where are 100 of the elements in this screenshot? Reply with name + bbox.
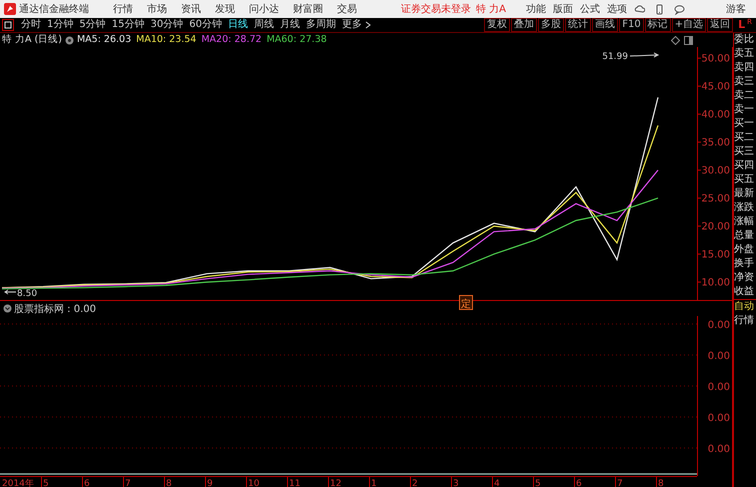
axis-label: 8 bbox=[166, 479, 172, 487]
menu-item[interactable]: 财富圈 bbox=[293, 2, 323, 16]
axis-label: 6 bbox=[84, 479, 90, 487]
axis-label: 45.00 bbox=[701, 82, 730, 93]
diamond-icon[interactable] bbox=[671, 36, 680, 44]
quote-field-label: 买五 bbox=[734, 173, 755, 187]
toolbar-button[interactable]: +自选 bbox=[672, 18, 706, 32]
axis-label: 40.00 bbox=[701, 110, 730, 121]
menu-item[interactable]: 版面 bbox=[553, 2, 574, 16]
axis-label: 0.00 bbox=[708, 444, 730, 455]
menu-item[interactable]: 交易 bbox=[337, 2, 357, 16]
price-label: 8.50 bbox=[17, 289, 38, 299]
quote-field-label: 收益 bbox=[734, 285, 755, 299]
period-tab[interactable]: 30分钟 bbox=[147, 18, 186, 32]
period-tab[interactable]: 分时 bbox=[18, 18, 44, 32]
axis-label: 2 bbox=[412, 479, 418, 487]
leader-line bbox=[4, 290, 16, 294]
menu-item[interactable]: 选项 bbox=[607, 2, 628, 16]
event-marker[interactable]: 定 bbox=[459, 295, 473, 310]
indicator-value: : 28.72 bbox=[228, 32, 262, 47]
toolbar-button[interactable]: F10 bbox=[619, 18, 644, 32]
gear-icon[interactable] bbox=[64, 36, 74, 44]
indicator-value: : 27.38 bbox=[293, 32, 327, 47]
axis-label: 15.00 bbox=[701, 250, 730, 261]
axis-label: 25.00 bbox=[701, 194, 730, 205]
toolbar-button[interactable]: 标记 bbox=[644, 18, 671, 32]
menu-item[interactable]: 资讯 bbox=[181, 2, 201, 16]
axis-label: 10.00 bbox=[701, 278, 730, 289]
period-tab[interactable]: 更多 bbox=[338, 18, 365, 32]
cloud-icon[interactable] bbox=[634, 4, 646, 14]
toolbar-button[interactable]: 统计 bbox=[565, 18, 592, 32]
indicator-value: : 23.54 bbox=[162, 32, 196, 47]
axis-label: 50.00 bbox=[701, 54, 730, 65]
period-tab[interactable]: 多周期 bbox=[302, 18, 339, 32]
chevron-right-icon[interactable] bbox=[364, 21, 371, 29]
window-icon[interactable] bbox=[684, 36, 693, 44]
quote-field-label: 卖五 bbox=[734, 47, 755, 61]
series-name: MA5 bbox=[76, 32, 98, 47]
quote-field-label: 卖二 bbox=[734, 89, 755, 103]
side-header-label: L bbox=[738, 19, 746, 31]
menu-item[interactable]: 公式 bbox=[580, 2, 600, 16]
axis-label: 20.00 bbox=[701, 222, 730, 233]
toolbar-button[interactable]: 复权 bbox=[484, 18, 510, 32]
period-tab[interactable]: 60分钟 bbox=[186, 18, 225, 32]
toolbar-button[interactable]: 多股 bbox=[538, 18, 564, 32]
axis-label: 35.00 bbox=[701, 138, 730, 149]
axis-label: 6 bbox=[576, 479, 582, 487]
quote-field-label: 涨幅 bbox=[734, 215, 755, 229]
user-name[interactable]: 游客 bbox=[726, 2, 746, 16]
axis-label: 10 bbox=[248, 479, 260, 487]
quote-field-label: 买四 bbox=[734, 159, 755, 173]
side-tab[interactable]: 行情 bbox=[734, 314, 756, 328]
period-tab[interactable]: 1分钟 bbox=[44, 18, 76, 32]
period-tab[interactable]: 日线 bbox=[224, 18, 251, 32]
period-tab[interactable]: 月线 bbox=[276, 18, 303, 32]
axis-label: 0.00 bbox=[708, 413, 730, 424]
collapse-icon[interactable] bbox=[4, 304, 12, 312]
quote-field-label: 委比 bbox=[734, 33, 755, 47]
panel-toggle-icon[interactable] bbox=[2, 19, 14, 31]
quote-field-label: 卖四 bbox=[734, 61, 755, 75]
quote-field-label: 外盘 bbox=[734, 243, 755, 257]
axis-label: 8 bbox=[658, 479, 664, 487]
menu-item[interactable]: 问小达 bbox=[249, 2, 279, 16]
period-tab[interactable]: 5分钟 bbox=[76, 18, 109, 32]
menu-item[interactable]: 发现 bbox=[215, 2, 235, 16]
toolbar-button[interactable]: 叠加 bbox=[511, 18, 538, 32]
stock-name: 特 力A bbox=[476, 2, 506, 16]
side-tab[interactable]: 自动 bbox=[734, 300, 756, 314]
app-title: 通达信金融终端 bbox=[19, 2, 89, 16]
axis-label: 7 bbox=[617, 479, 623, 487]
axis-label: 7 bbox=[125, 479, 131, 487]
axis-label: 0.00 bbox=[708, 382, 730, 393]
indicator-value: : 26.03 bbox=[98, 32, 132, 47]
toolbar-button[interactable]: 返回 bbox=[707, 18, 734, 32]
login-status: 证券交易未登录 bbox=[401, 2, 471, 16]
quote-field-label: 最新 bbox=[734, 187, 755, 201]
toolbar-button[interactable]: 画线 bbox=[592, 18, 618, 32]
quote-field-label: 买三 bbox=[734, 145, 755, 159]
stock-title: 特 力A (日线) bbox=[2, 32, 62, 47]
menu-item[interactable]: 功能 bbox=[526, 2, 546, 16]
phone-icon[interactable] bbox=[654, 4, 666, 14]
quote-field-label: 买二 bbox=[734, 131, 755, 145]
axis-label: 3 bbox=[453, 479, 459, 487]
period-tab[interactable]: 周线 bbox=[250, 18, 277, 32]
axis-label: 2014年 bbox=[2, 479, 34, 487]
quote-field-label: 卖三 bbox=[734, 75, 755, 89]
series-name: MA60 bbox=[266, 32, 294, 47]
quote-field-label: 换手 bbox=[734, 257, 755, 271]
axis-label: 30.00 bbox=[701, 166, 730, 177]
quote-field-label: 买一 bbox=[734, 117, 755, 131]
series-name: MA20 bbox=[201, 32, 228, 47]
price-label: 51.99 bbox=[602, 52, 628, 62]
axis-label: 12 bbox=[330, 479, 342, 487]
chat-icon[interactable] bbox=[674, 4, 686, 14]
quote-field-label: 卖一 bbox=[734, 103, 755, 117]
quote-field-label: 总量 bbox=[734, 229, 755, 243]
axis-label: 5 bbox=[43, 479, 49, 487]
period-tab[interactable]: 15分钟 bbox=[108, 18, 148, 32]
menu-item[interactable]: 市场 bbox=[147, 2, 167, 16]
menu-item[interactable]: 行情 bbox=[113, 2, 133, 16]
